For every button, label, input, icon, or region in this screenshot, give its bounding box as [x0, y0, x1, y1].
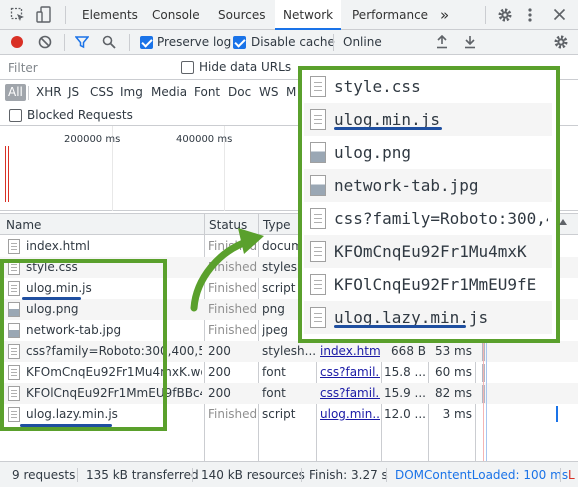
request-initiator-link[interactable]: index.html	[320, 341, 380, 362]
disable-cache-label: Disable cache	[251, 35, 335, 49]
annotation-underline	[20, 424, 112, 427]
divider	[65, 6, 66, 24]
divider	[386, 468, 387, 482]
more-options-icon[interactable]	[527, 7, 533, 23]
divider	[28, 86, 29, 100]
request-time: 53 ms	[434, 344, 472, 358]
close-icon[interactable]	[553, 8, 566, 21]
overview-tick-label: 200000 ms	[64, 134, 121, 145]
type-filter-media[interactable]: Media	[151, 84, 187, 101]
type-filter-manifest[interactable]: M	[286, 84, 296, 101]
divider	[560, 468, 561, 482]
type-filter-doc[interactable]: Doc	[228, 84, 251, 101]
divider	[301, 468, 302, 482]
request-initiator-link[interactable]: ulog.min....	[320, 404, 380, 425]
annotation-highlight-box	[0, 259, 167, 431]
request-status: 200	[208, 344, 231, 358]
divider	[77, 468, 78, 482]
divider	[129, 34, 130, 51]
type-filter-css[interactable]: CSS	[90, 84, 114, 101]
clear-icon[interactable]	[38, 35, 52, 49]
import-har-icon[interactable]	[436, 35, 448, 49]
overview-tick-label: 400000 ms	[176, 134, 233, 145]
export-har-icon[interactable]	[464, 35, 476, 49]
type-filter-font[interactable]: Font	[194, 84, 220, 101]
transferred-size: 135 kB transferred	[86, 468, 199, 482]
device-toolbar-icon[interactable]	[36, 6, 52, 24]
annotation-underline	[334, 325, 466, 328]
throttling-select[interactable]: Online	[343, 35, 382, 49]
domcontentloaded-time: DOMContentLoaded: 100 ms	[395, 468, 569, 482]
tab-sources[interactable]: Sources	[218, 0, 265, 30]
sort-arrow-icon[interactable]	[558, 218, 568, 226]
annotation-zoom-box	[298, 66, 560, 343]
request-type: font	[262, 365, 286, 379]
request-status: 200	[208, 365, 231, 379]
type-filter-img[interactable]: Img	[120, 84, 143, 101]
request-size: 12.0 ...	[384, 407, 426, 421]
column-header-name[interactable]: Name	[2, 214, 41, 236]
divider	[333, 34, 334, 51]
filter-icon[interactable]	[75, 35, 89, 49]
blocked-requests-label: Blocked Requests	[27, 108, 133, 122]
finish-time: Finish: 3.27 s	[309, 468, 388, 482]
disable-cache-checkbox[interactable]	[233, 36, 246, 49]
network-toolbar: Preserve log Disable cache Online	[0, 30, 578, 55]
request-time: 82 ms	[434, 386, 472, 400]
request-type: font	[262, 386, 286, 400]
request-initiator-link[interactable]: css?famil...	[320, 362, 380, 383]
preserve-log-label: Preserve log	[157, 35, 232, 49]
request-time: 3 ms	[442, 407, 472, 421]
preserve-log-checkbox[interactable]	[140, 36, 153, 49]
record-button-icon[interactable]	[10, 35, 24, 49]
blocked-requests-checkbox[interactable]	[9, 109, 22, 122]
request-status: Finished	[208, 323, 258, 337]
request-status: Finished	[208, 407, 258, 421]
settings-gear-icon[interactable]	[497, 7, 513, 23]
file-icon	[8, 239, 20, 254]
tab-network[interactable]: Network	[275, 0, 342, 30]
type-filter-all[interactable]: All	[5, 84, 26, 101]
tab-elements[interactable]: Elements	[82, 0, 138, 30]
type-filter-xhr[interactable]: XHR	[36, 84, 62, 101]
request-type: script	[262, 407, 296, 421]
search-icon[interactable]	[102, 35, 116, 49]
devtools-tab-bar: Elements Console Sources Network Perform…	[0, 0, 578, 30]
annotation-underline	[22, 297, 81, 300]
request-type: stylesh...	[262, 344, 316, 358]
request-status: 200	[208, 386, 231, 400]
request-name: index.html	[26, 239, 90, 253]
inspect-element-icon[interactable]	[10, 7, 26, 23]
request-size: 15.9 ...	[384, 386, 426, 400]
annotation-arrow	[190, 228, 264, 312]
tab-performance[interactable]: Performance	[352, 0, 428, 30]
overview-load-marker	[5, 146, 6, 202]
tab-console[interactable]: Console	[152, 0, 200, 30]
request-size: 15.8 ...	[384, 365, 426, 379]
network-status-bar: 9 requests 135 kB transferred 140 kB res…	[0, 461, 578, 487]
load-time: L	[568, 468, 575, 482]
type-filter-ws[interactable]: WS	[259, 84, 278, 101]
request-count: 9 requests	[12, 468, 76, 482]
annotation-underline	[334, 127, 442, 130]
request-size: 668 B	[391, 344, 426, 358]
type-filter-js[interactable]: JS	[68, 84, 79, 101]
overview-load-marker	[8, 146, 9, 202]
filter-input[interactable]: Filter	[4, 60, 170, 77]
divider	[192, 468, 193, 482]
hide-data-urls-label: Hide data URLs	[199, 60, 292, 74]
divider	[64, 34, 65, 51]
waterfall-bar	[556, 406, 558, 422]
request-initiator-link[interactable]: css?famil...	[320, 383, 380, 404]
network-settings-gear-icon[interactable]	[553, 34, 569, 50]
request-time: 60 ms	[434, 365, 472, 379]
hide-data-urls-checkbox[interactable]	[181, 61, 194, 74]
divider	[485, 6, 486, 24]
resources-size: 140 kB resources	[201, 468, 305, 482]
more-tabs-button[interactable]: »	[440, 0, 449, 30]
